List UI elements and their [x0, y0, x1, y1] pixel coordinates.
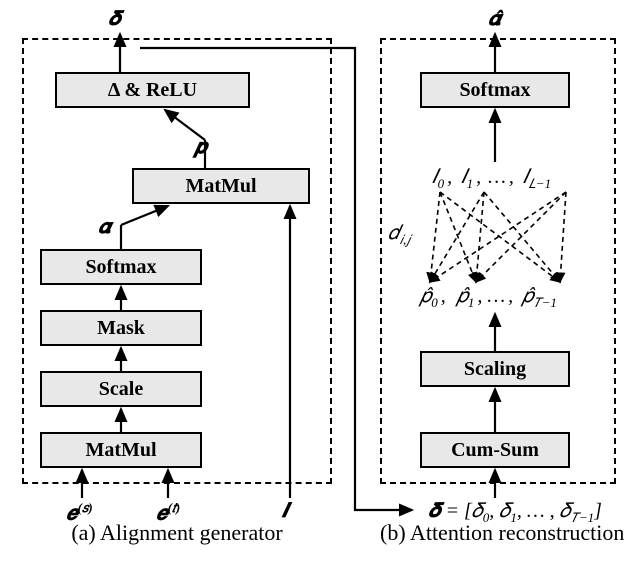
block-softmax-a: Softmax	[40, 249, 202, 285]
input-e-t: 𝒆(𝑡)	[156, 500, 180, 526]
input-delta-vector: 𝜹 = [𝛿0, 𝛿1, … , 𝛿𝑇−1]	[428, 500, 602, 526]
label-alpha: 𝜶	[98, 216, 111, 239]
block-matmul-bottom: MatMul	[40, 432, 202, 468]
block-delta-relu: Δ & ReLU	[55, 72, 250, 108]
bipartite-top-row: 𝐼0, 𝐼1, …, 𝐼𝐿−1	[432, 166, 551, 192]
block-mask: Mask	[40, 310, 202, 346]
block-scaling: Scaling	[420, 351, 570, 387]
block-matmul-top: MatMul	[132, 168, 310, 204]
output-delta: 𝜹	[108, 8, 120, 31]
block-cumsum: Cum-Sum	[420, 432, 570, 468]
block-softmax-b: Softmax	[420, 72, 570, 108]
input-I: 𝑰	[282, 500, 288, 523]
output-alpha-hat: 𝜶̂	[488, 8, 501, 31]
block-scale: Scale	[40, 371, 202, 407]
label-p: 𝒑	[194, 136, 206, 159]
label-d-ij: 𝑑𝑖,𝑗	[388, 222, 410, 248]
input-e-s: 𝒆(𝑠)	[66, 500, 93, 526]
bipartite-bottom-row: 𝑝̂0, 𝑝̂1, …, 𝑝̂𝑇−1	[420, 285, 557, 311]
